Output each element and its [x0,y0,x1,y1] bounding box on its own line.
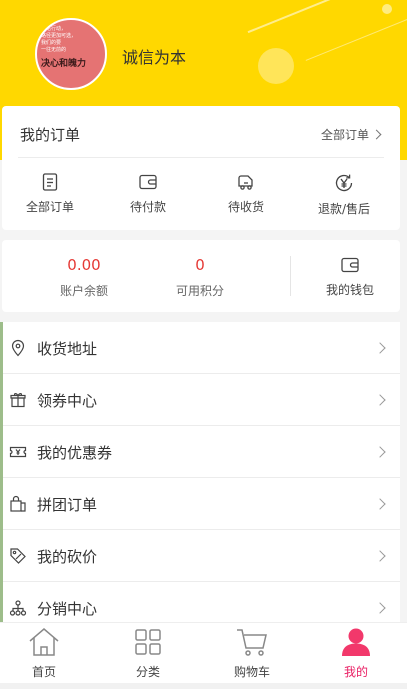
tab-category[interactable]: 分类 [108,627,188,680]
avatar[interactable]: 总结行动， 路径更加可选， 我们的要 一往无前的 决心和魄力 [35,18,107,90]
order-list-icon [42,173,58,191]
orders-card: 我的订单 全部订单 全部订单 待付款 待收货 退款/售后 [2,106,400,230]
truck-icon [238,175,253,190]
menu-item-label: 收货地址 [37,340,98,358]
tab-label: 购物车 [233,665,270,679]
balance-item[interactable]: 0.00 账户余额 [44,256,124,299]
order-unpaid-button[interactable]: 待付款 [108,172,188,222]
gift-icon [10,393,26,408]
wallet-card: 0.00 账户余额 0 可用积分 我的钱包 [2,240,400,312]
order-item-label: 退款/售后 [317,202,371,216]
chevron-right-icon [374,342,386,354]
order-item-label: 全部订单 [25,200,74,214]
order-refund-button[interactable]: 退款/售后 [304,172,384,222]
tab-label: 首页 [31,665,56,679]
menu-item-address[interactable]: 收货地址 [3,322,400,374]
yen-refund-icon [335,174,353,192]
bottom-safe-area [0,683,407,689]
points-value: 0 [195,256,205,274]
username[interactable]: 诚信为本 [122,44,186,68]
tab-home[interactable]: 首页 [4,627,84,680]
points-label: 可用积分 [175,284,224,298]
coupon-ticket-icon [9,446,27,458]
avatar-text-line: 总结行动， [41,26,67,32]
cart-icon [237,629,267,656]
menu-item-bargain[interactable]: 我的砍价 [3,530,400,582]
balance-value: 0.00 [67,256,101,274]
order-item-label: 待收货 [227,200,264,214]
menu-item-label: 领券中心 [37,392,98,410]
tab-cart[interactable]: 购物车 [212,627,292,680]
menu-item-my-coupons[interactable]: 我的优惠券 [3,426,400,478]
avatar-text-line: 路径更加可选， [41,33,77,39]
price-tag-icon [10,548,26,564]
avatar-text-line: 我们的要 [41,40,62,46]
all-orders-link[interactable]: 全部订单 [320,126,382,143]
menu-item-label: 分销中心 [37,600,98,618]
wallet-icon [341,257,359,273]
location-pin-icon [11,339,25,357]
wallet-icon [139,174,157,190]
points-item[interactable]: 0 可用积分 [160,256,240,299]
chevron-right-icon [374,394,386,406]
group-bag-icon [10,495,26,512]
tab-mine[interactable]: 我的 [316,627,396,680]
order-unreceived-button[interactable]: 待收货 [206,172,286,222]
bottom-tab-bar: 首页 分类 购物车 我的 [0,622,407,689]
network-icon [9,600,27,616]
chevron-right-icon [374,498,386,510]
menu-item-coupon-center[interactable]: 领券中心 [3,374,400,426]
menu-item-label: 我的优惠券 [37,444,113,462]
order-all-button[interactable]: 全部订单 [10,172,90,222]
chevron-right-icon [374,602,386,614]
chevron-right-icon [374,550,386,562]
orders-title: 我的订单 [20,126,81,144]
orders-header: 我的订单 全部订单 [18,106,384,158]
tab-label: 分类 [135,665,160,679]
menu-list: 收货地址 领券中心 我的优惠券 拼团订单 我的砍价 分销中心 [0,322,400,632]
chevron-right-icon [371,129,382,140]
user-icon [342,628,370,656]
header-decoration [258,48,294,84]
header-decoration [382,4,392,14]
my-wallet-button[interactable]: 我的钱包 [312,256,388,298]
avatar-text-line: 一往无前的 [41,47,67,53]
divider [290,256,291,296]
all-orders-label: 全部订单 [320,128,369,142]
menu-item-label: 拼团订单 [37,496,98,514]
balance-label: 账户余额 [59,284,108,298]
order-item-label: 待付款 [129,200,166,214]
category-grid-icon [135,629,161,655]
my-wallet-label: 我的钱包 [325,283,374,297]
menu-item-group-orders[interactable]: 拼团订单 [3,478,400,530]
home-icon [29,628,59,656]
tab-label: 我的 [343,665,368,679]
menu-item-label: 我的砍价 [37,548,98,566]
avatar-title: 决心和魄力 [41,59,87,69]
chevron-right-icon [374,446,386,458]
